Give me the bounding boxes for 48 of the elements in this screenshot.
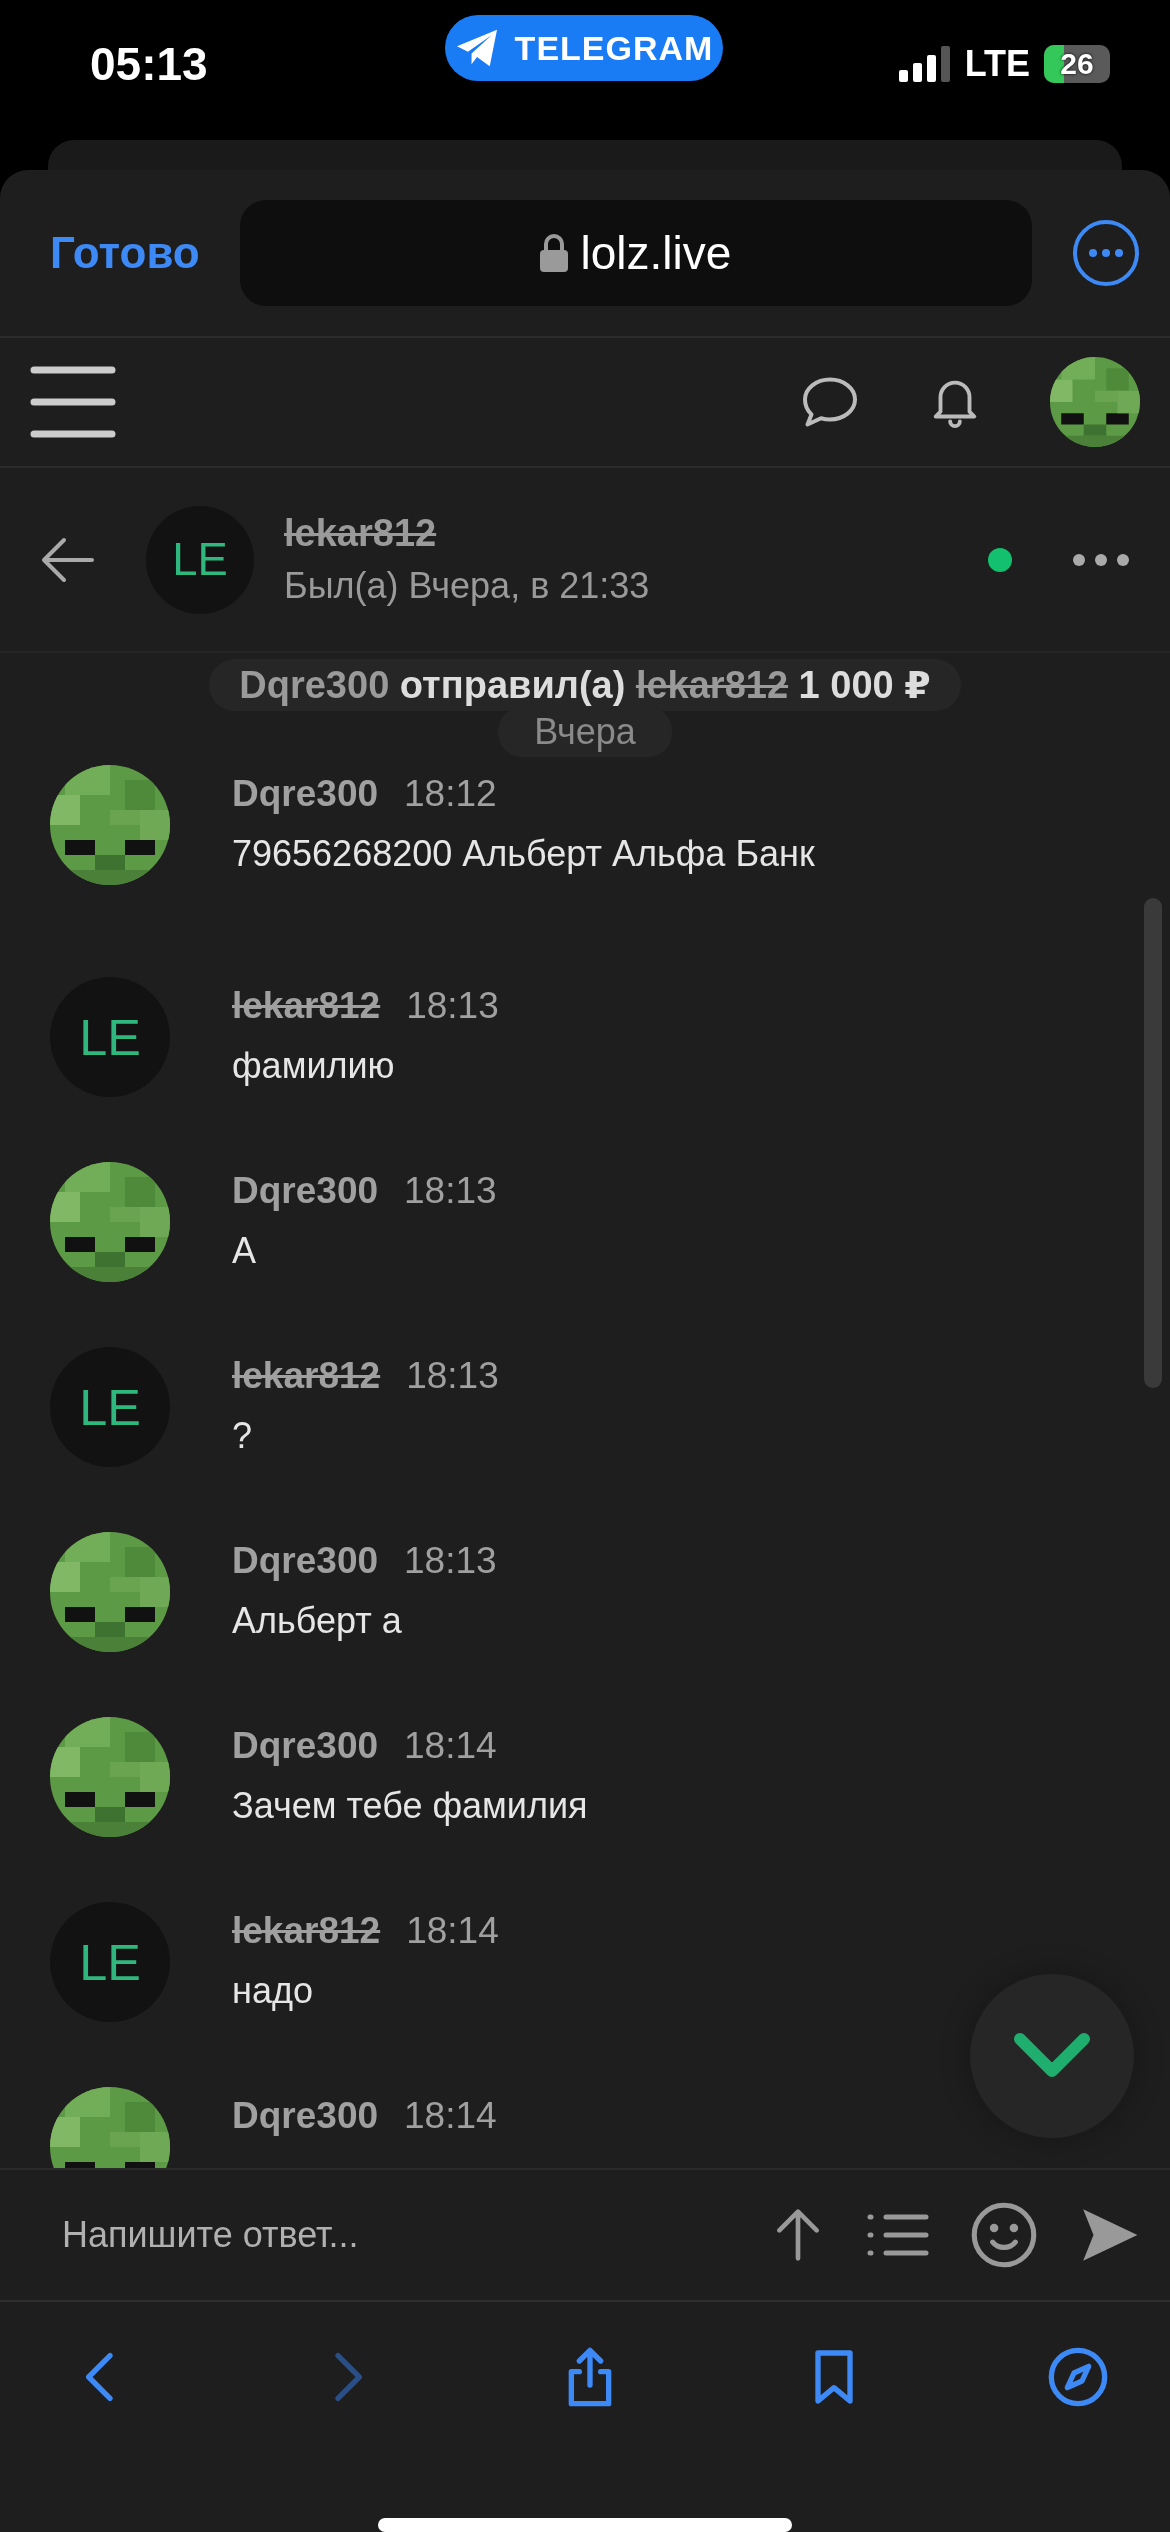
message-text: надо: [232, 1970, 314, 2012]
more-button[interactable]: [1072, 219, 1140, 287]
message-author: lekar812: [232, 985, 381, 1027]
emoji-icon[interactable]: [970, 2201, 1038, 2269]
avatar-initials: LE: [50, 977, 170, 1097]
avatar-initials: LE: [146, 505, 254, 614]
message-text: ?: [232, 1415, 254, 1457]
compass-button[interactable]: [1046, 2345, 1110, 2409]
back-arrow-icon[interactable]: [40, 535, 96, 584]
message-author: Dqre300: [232, 1725, 379, 1767]
avatar-initials: LE: [50, 1902, 170, 2022]
lock-icon: [540, 234, 569, 272]
message-time: 18:13: [404, 1170, 497, 1212]
message-text: А: [232, 1230, 257, 1272]
message-time: 18:14: [404, 2095, 497, 2137]
message-time: 18:13: [406, 1355, 499, 1397]
avatar-initials: LE: [50, 1347, 170, 1467]
message-author: Dqre300: [232, 2095, 379, 2137]
message-author: Dqre300: [232, 1540, 379, 1582]
transfer-notice: Dqre300 отправил(а) lekar812 1 000 ₽: [209, 659, 961, 711]
message-author: Dqre300: [232, 773, 379, 815]
scrollbar[interactable]: [1144, 898, 1162, 1388]
message-author: lekar812: [232, 1355, 381, 1397]
message-text: фамилию: [232, 1045, 396, 1087]
menu-button[interactable]: [30, 366, 116, 438]
message-text: Альберт а: [232, 1600, 403, 1642]
more-options-icon[interactable]: [1072, 552, 1130, 567]
network-label: LTE: [964, 43, 1030, 85]
status-time: 05:13: [90, 37, 208, 91]
message-time: 18:14: [404, 1725, 497, 1767]
message-time: 18:13: [406, 985, 499, 1027]
message-time: 18:12: [404, 773, 497, 815]
signal-icon: [898, 46, 951, 82]
pill-label: TELEGRAM: [514, 28, 714, 68]
message-time: 18:13: [404, 1540, 497, 1582]
chevron-down-icon: [1014, 2033, 1090, 2079]
chat-partner-name: lekar812: [284, 512, 438, 555]
done-button[interactable]: Готово: [50, 228, 200, 278]
reply-input[interactable]: Напишите ответ...: [60, 2213, 730, 2257]
telegram-pill[interactable]: TELEGRAM: [445, 15, 723, 81]
url-field[interactable]: lolz.live: [239, 200, 1032, 306]
message-text: 79656268200 Альберт Альфа Банк: [232, 833, 815, 875]
message-text: Зачем тебе фамилия: [232, 1785, 588, 1827]
message-time: 18:14: [406, 1910, 499, 1952]
compass-icon: [1046, 2345, 1110, 2409]
last-seen-text: Был(а) Вчера, в 21:33: [284, 565, 651, 607]
message-author: lekar812: [232, 1910, 381, 1952]
message-author: Dqre300: [232, 1170, 379, 1212]
